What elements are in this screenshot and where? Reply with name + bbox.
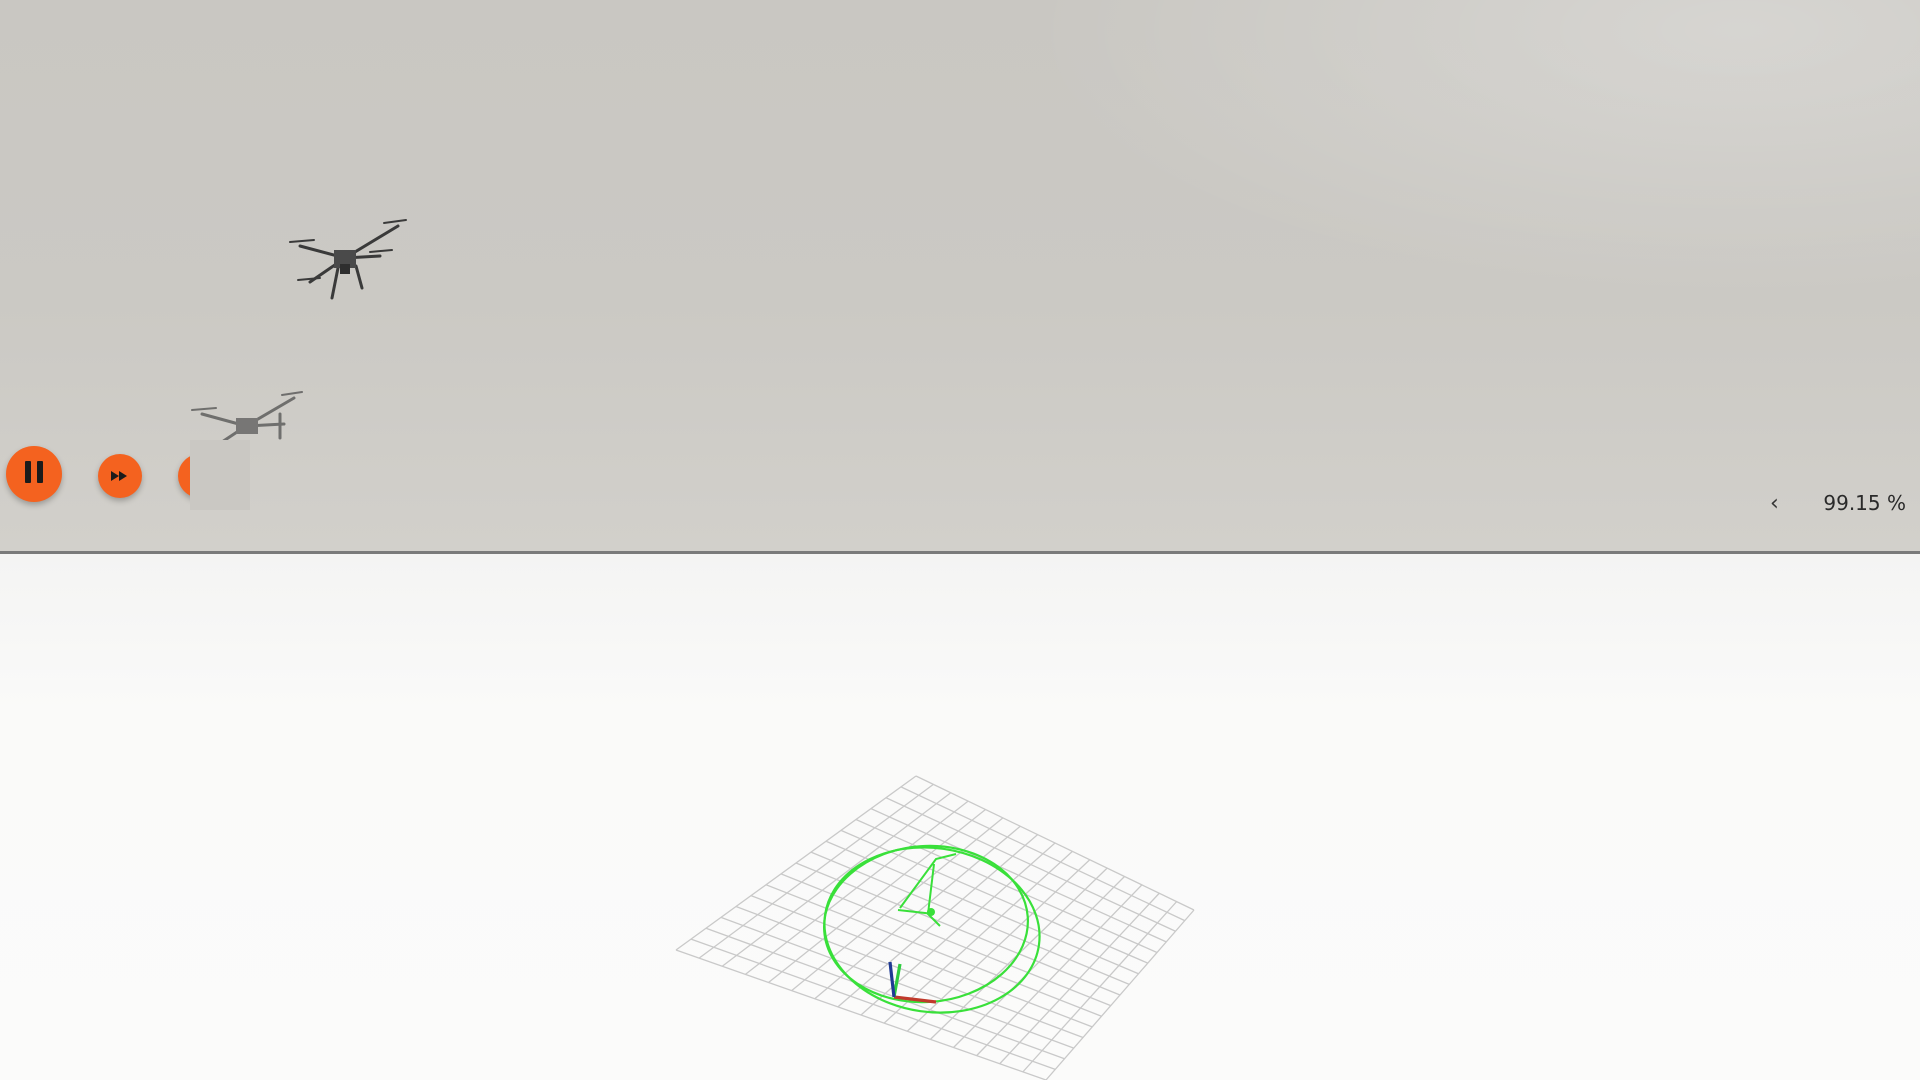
chevron-left-icon[interactable]: ‹ xyxy=(1759,491,1789,516)
fast-forward-button[interactable] xyxy=(98,454,142,498)
pause-button[interactable] xyxy=(6,446,62,502)
ground-grid xyxy=(675,775,1195,1080)
scene-canvas[interactable] xyxy=(0,554,1920,1080)
playback-controls xyxy=(0,440,222,510)
playback-status: ‹ 99.15 % xyxy=(1759,488,1906,518)
progress-readout: 99.15 % xyxy=(1823,491,1906,515)
controls-clip xyxy=(190,440,250,510)
drone-model xyxy=(289,219,407,300)
fast-forward-icon xyxy=(111,471,127,481)
pause-icon xyxy=(22,461,46,487)
sky-sheen xyxy=(1020,0,1920,300)
3d-visualization-view[interactable] xyxy=(0,554,1920,1080)
simulation-viewport[interactable]: ‹ 99.15 % xyxy=(0,0,1920,551)
